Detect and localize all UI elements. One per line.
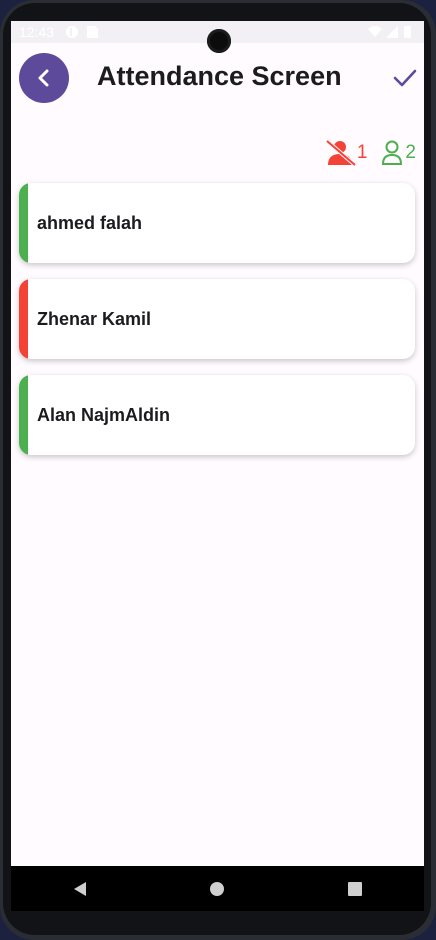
status-time: 12:43 (19, 24, 55, 40)
attendance-counters: 1 2 (325, 139, 416, 167)
page-title: Attendance Screen (97, 61, 342, 91)
chevron-left-icon (38, 69, 49, 87)
nav-home-icon[interactable] (208, 880, 226, 898)
user-icon (382, 140, 403, 165)
student-card[interactable]: Alan NajmAldin (19, 375, 415, 455)
present-counter[interactable]: 2 (381, 140, 416, 166)
status-stripe (19, 279, 28, 359)
status-system-icons (366, 24, 418, 43)
check-icon (393, 69, 417, 87)
student-name: ahmed falah (37, 212, 143, 233)
student-name: Alan NajmAldin (37, 404, 171, 425)
nav-recents-icon[interactable] (346, 880, 364, 898)
front-camera (207, 29, 231, 53)
system-nav-bar (11, 866, 424, 911)
status-stripe (19, 183, 28, 263)
student-card[interactable]: ahmed falah (19, 183, 415, 263)
user-off-icon (325, 140, 357, 166)
notification-icons (66, 26, 98, 38)
signal-wifi-battery-icons (368, 26, 411, 38)
status-stripe (19, 375, 28, 455)
app-screen: 12:43 Attendance Screen 1 2 ahmed falah … (11, 21, 424, 911)
status-notification-icons (65, 24, 105, 43)
student-list: ahmed falah Zhenar Kamil Alan NajmAldin (19, 183, 415, 471)
student-card[interactable]: Zhenar Kamil (19, 279, 415, 359)
student-name: Zhenar Kamil (37, 308, 152, 329)
absent-count: 1 (356, 142, 368, 163)
absent-counter[interactable]: 1 (325, 140, 368, 166)
present-count: 2 (405, 142, 416, 163)
back-button[interactable] (19, 53, 69, 103)
confirm-button[interactable] (392, 65, 418, 91)
nav-back-icon[interactable] (71, 880, 89, 898)
